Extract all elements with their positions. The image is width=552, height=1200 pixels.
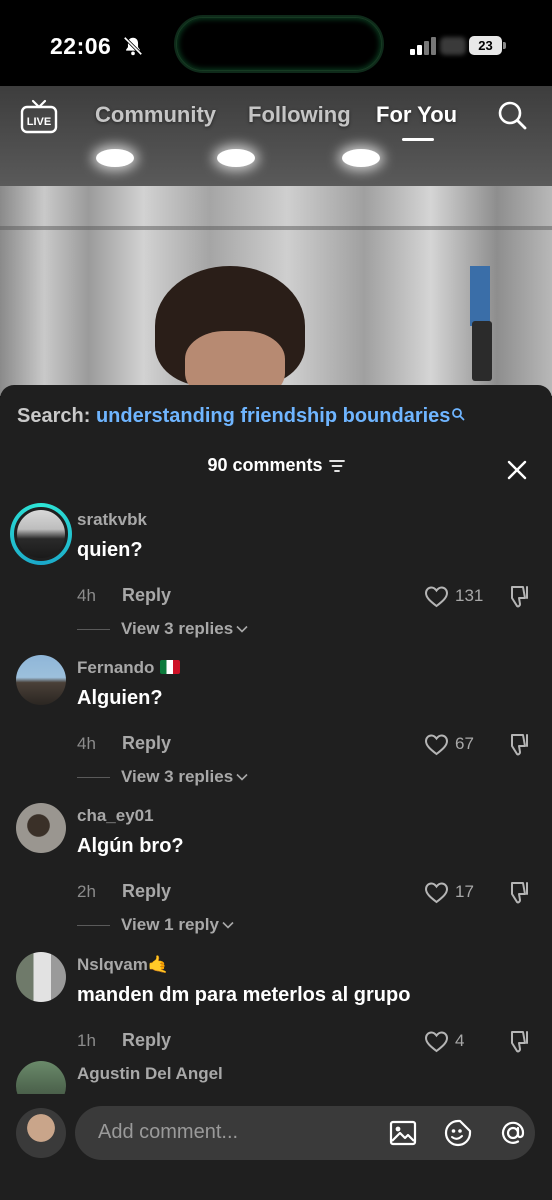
comment-text: manden dm para meterlos al grupo [77,984,411,1006]
comment-count: 90 comments [207,455,323,475]
top-navigation: LIVE Community Following For You [0,92,552,152]
search-icon [452,408,465,421]
tab-community[interactable]: Community [95,102,216,128]
reply-button[interactable]: Reply [122,881,171,902]
chevron-down-icon [236,625,248,633]
view-replies-button[interactable]: View 3 replies [77,767,248,791]
search-suggestion[interactable]: Search: understanding friendship boundar… [17,405,465,428]
tab-for-you[interactable]: For You [376,102,457,128]
search-icon[interactable] [497,100,527,130]
dislike-icon[interactable] [506,1029,532,1055]
comment-text: Algún bro? [77,835,184,857]
dislike-icon[interactable] [506,584,532,610]
heart-icon [424,882,449,904]
reply-button[interactable]: Reply [122,1030,171,1051]
close-icon[interactable] [504,457,530,483]
battery-level: 23 [469,36,502,55]
avatar[interactable] [10,503,72,565]
like-count: 67 [455,734,474,753]
chevron-down-icon [236,773,248,781]
sort-filter-icon[interactable] [328,459,345,473]
image-icon[interactable] [389,1119,417,1147]
status-time: 22:06 [50,33,112,59]
like-count: 4 [455,1031,465,1050]
dynamic-island [176,17,382,71]
comments-header: 90 comments [0,455,552,485]
current-user-avatar[interactable] [16,1108,66,1158]
like-count: 131 [455,586,484,605]
search-suggestion-label: Search: [17,405,91,427]
comment-item: Agustin Del Angel [0,1061,552,1095]
active-tab-indicator [402,138,434,141]
reply-button[interactable]: Reply [122,585,171,606]
avatar[interactable] [16,803,66,853]
comment-time: 2h [77,882,96,901]
comment-text: Alguien? [77,687,163,709]
emoji-sticker-icon[interactable] [444,1119,472,1147]
comment-username[interactable]: sratkvbk [77,510,147,530]
signal-icon [410,37,436,55]
comment-username[interactable]: cha_ey01 [77,806,154,826]
tab-following[interactable]: Following [248,102,351,128]
comment-username[interactable]: Fernando [77,658,181,678]
comment-text: quien? [77,539,143,561]
comment-input-placeholder: Add comment... [98,1121,239,1143]
status-bar: 22:06 23 [0,0,552,86]
like-button[interactable]: 4 [424,1029,494,1055]
heart-icon [424,734,449,756]
view-replies-label: View 3 replies [121,619,234,638]
comment-time: 4h [77,734,96,753]
network-indicator [440,37,466,55]
svg-text:LIVE: LIVE [27,116,51,128]
heart-icon [424,586,449,608]
comment-username[interactable]: Agustin Del Angel [77,1064,223,1084]
avatar[interactable] [16,655,66,705]
view-replies-button[interactable]: View 3 replies [77,619,248,643]
comment-input[interactable]: Add comment... [75,1106,535,1160]
view-replies-label: View 1 reply [121,915,219,934]
comments-sheet: Search: understanding friendship boundar… [0,385,552,1200]
bell-muted-icon [123,36,143,56]
reply-button[interactable]: Reply [122,733,171,754]
live-tv-icon[interactable]: LIVE [20,98,58,134]
like-button[interactable]: 131 [424,584,494,610]
comment-username[interactable]: Nslqvam🤙 [77,955,169,975]
like-button[interactable]: 67 [424,732,494,758]
avatar[interactable] [16,1061,66,1095]
comment-time: 1h [77,1031,96,1050]
battery-icon: 23 [469,36,506,55]
chevron-down-icon [222,921,234,929]
heart-icon [424,1031,449,1053]
like-button[interactable]: 17 [424,880,494,906]
view-replies-label: View 3 replies [121,767,234,786]
comment-time: 4h [77,586,96,605]
mexico-flag-icon [160,660,181,675]
mention-icon[interactable] [499,1119,527,1147]
view-replies-button[interactable]: View 1 reply [77,915,234,939]
comment-input-bar: Add comment... [0,1094,552,1200]
like-count: 17 [455,882,474,901]
avatar[interactable] [16,952,66,1002]
dislike-icon[interactable] [506,732,532,758]
search-suggestion-term[interactable]: understanding friendship boundaries [96,405,450,427]
dislike-icon[interactable] [506,880,532,906]
